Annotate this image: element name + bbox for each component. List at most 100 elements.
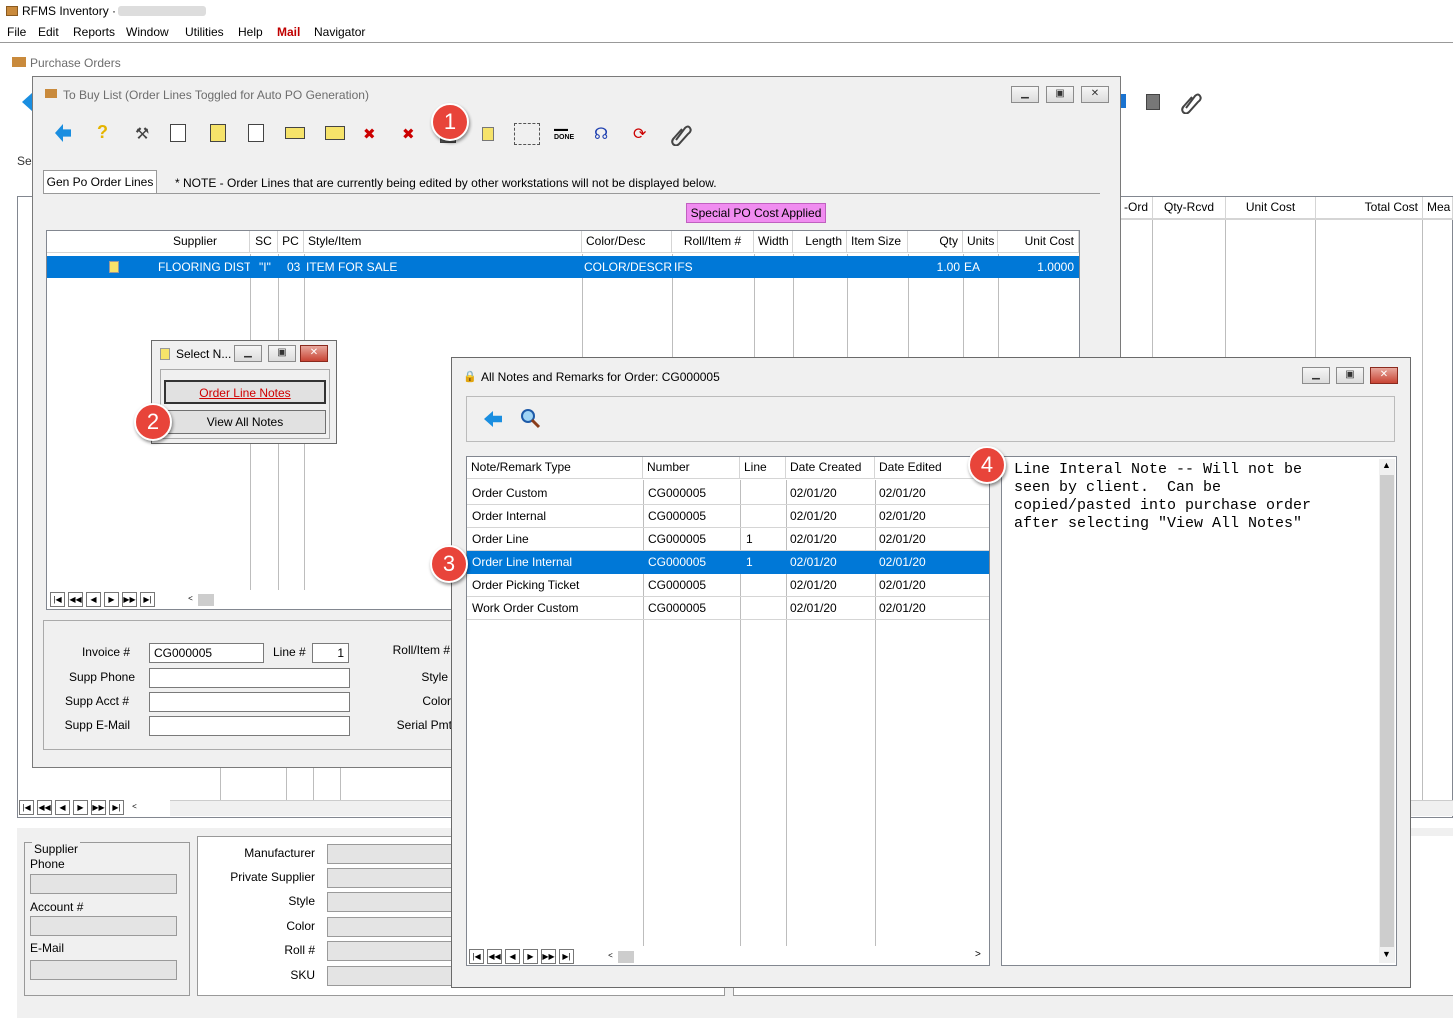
line-field[interactable]: 1	[312, 643, 349, 663]
menu-navigator[interactable]: Navigator	[314, 25, 365, 39]
copy-doc-icon[interactable]	[248, 124, 264, 142]
menu-edit[interactable]: Edit	[38, 25, 59, 39]
notes-hscroll-thumb[interactable]	[618, 951, 634, 963]
minimize-button[interactable]: ▁	[234, 345, 262, 362]
supplier-email-field[interactable]	[30, 960, 177, 980]
table-row-selected[interactable]: Order Line Internal CG000005 1 02/01/20 …	[467, 551, 989, 574]
supplier-account-field[interactable]	[30, 916, 177, 936]
po-col-ord[interactable]: -Ord	[1120, 197, 1153, 219]
tools-icon[interactable]: ⚒	[135, 124, 149, 144]
scroll-left-icon[interactable]: <	[183, 592, 198, 607]
nav-next-button[interactable]: ▶	[104, 592, 119, 607]
table-row[interactable]: Order Line CG000005 1 02/01/20 02/01/20	[467, 528, 989, 551]
col-color-desc[interactable]: Color/Desc	[582, 231, 672, 253]
restore-button[interactable]: ▣	[1336, 367, 1364, 384]
close-button[interactable]: ✕	[300, 345, 328, 362]
new-doc-icon[interactable]	[170, 124, 186, 142]
view-all-notes-button[interactable]: View All Notes	[164, 410, 326, 434]
scroll-left-icon[interactable]: <	[603, 949, 618, 964]
roll-field[interactable]	[327, 941, 457, 961]
note-vscroll-thumb[interactable]	[1380, 475, 1394, 947]
split-icon[interactable]	[514, 123, 540, 145]
nav-prev-button[interactable]: ◀	[86, 592, 101, 607]
col-style-item[interactable]: Style/Item	[304, 231, 582, 253]
minimize-button[interactable]: ▁	[1302, 367, 1330, 384]
nav-last-button[interactable]: ▶|	[109, 800, 124, 815]
col-qty[interactable]: Qty	[908, 231, 963, 253]
invoice-field[interactable]: CG000005	[149, 643, 264, 663]
nav-next-button[interactable]: ▶	[523, 949, 538, 964]
po-col-mea[interactable]: Mea	[1423, 197, 1453, 219]
tab-gen-po-order-lines[interactable]: Gen Po Order Lines	[43, 170, 157, 194]
menu-mail[interactable]: Mail	[277, 25, 300, 39]
po-attach-icon[interactable]	[1180, 90, 1202, 114]
minimize-button[interactable]: ▁	[1011, 86, 1039, 103]
help-icon[interactable]: ?	[97, 122, 108, 143]
po-col-total-cost[interactable]: Total Cost	[1316, 197, 1423, 219]
attach-icon[interactable]	[670, 122, 692, 146]
nav-next-page-button[interactable]: ▶▶	[122, 592, 137, 607]
table-row[interactable]: Work Order Custom CG000005 02/01/20 02/0…	[467, 597, 989, 620]
table-row[interactable]: FLOORING DISTRI "I" 03 ITEM FOR SALE COL…	[47, 256, 1079, 278]
nav-first-button[interactable]: |◀	[469, 949, 484, 964]
refresh-icon[interactable]: ⟳	[633, 124, 646, 144]
col-item-size[interactable]: Item Size	[847, 231, 908, 253]
nav-next-page-button[interactable]: ▶▶	[91, 800, 106, 815]
style-field[interactable]	[327, 892, 457, 912]
scroll-right-icon[interactable]: >	[975, 949, 981, 960]
supp-phone-field[interactable]	[149, 668, 350, 688]
order-line-notes-button[interactable]: Order Line Notes	[164, 380, 326, 404]
nav-last-button[interactable]: ▶|	[559, 949, 574, 964]
supp-email-field[interactable]	[149, 716, 350, 736]
nav-prev-page-button[interactable]: ◀◀	[37, 800, 52, 815]
col-sc[interactable]: SC	[250, 231, 278, 253]
po-col-qty-rcvd[interactable]: Qty-Rcvd	[1153, 197, 1226, 219]
edit-doc-icon[interactable]	[210, 124, 226, 142]
delete-tag-icon[interactable]: ✖	[363, 125, 376, 143]
menu-reports[interactable]: Reports	[73, 25, 115, 39]
find-icon[interactable]: ☊	[594, 124, 608, 144]
manufacturer-field[interactable]	[327, 844, 457, 864]
table-row[interactable]: Order Internal CG000005 02/01/20 02/01/2…	[467, 505, 989, 528]
to-buy-hscroll-thumb[interactable]	[198, 594, 214, 606]
restore-button[interactable]: ▣	[1046, 86, 1074, 103]
search-icon[interactable]	[520, 408, 542, 430]
col-units[interactable]: Units	[963, 231, 998, 253]
menu-window[interactable]: Window	[126, 25, 169, 39]
nav-next-page-button[interactable]: ▶▶	[541, 949, 556, 964]
col-note-type[interactable]: Note/Remark Type	[467, 457, 643, 479]
col-number[interactable]: Number	[643, 457, 740, 479]
supplier-phone-field[interactable]	[30, 874, 177, 894]
note-text-box[interactable]: Line Interal Note -- Will not be seen by…	[1001, 456, 1397, 966]
col-length[interactable]: Length	[793, 231, 847, 253]
menu-help[interactable]: Help	[238, 25, 263, 39]
label-icon[interactable]	[325, 126, 345, 140]
nav-prev-page-button[interactable]: ◀◀	[68, 592, 83, 607]
scroll-left-icon[interactable]: <	[127, 800, 142, 815]
scroll-up-icon[interactable]: ▲	[1382, 460, 1391, 470]
col-width[interactable]: Width	[754, 231, 793, 253]
nav-first-button[interactable]: |◀	[19, 800, 34, 815]
nav-prev-button[interactable]: ◀	[505, 949, 520, 964]
close-button[interactable]: ✕	[1081, 86, 1109, 103]
menu-utilities[interactable]: Utilities	[185, 25, 224, 39]
nav-first-button[interactable]: |◀	[50, 592, 65, 607]
notes-icon[interactable]	[482, 127, 494, 141]
menu-file[interactable]: File	[7, 25, 26, 39]
sku-field[interactable]	[327, 966, 457, 986]
nav-prev-page-button[interactable]: ◀◀	[487, 949, 502, 964]
col-roll-item[interactable]: Roll/Item #	[672, 231, 754, 253]
col-pc[interactable]: PC	[278, 231, 304, 253]
po-book-icon[interactable]	[1146, 94, 1160, 110]
nav-last-button[interactable]: ▶|	[140, 592, 155, 607]
scroll-down-icon[interactable]: ▼	[1382, 949, 1391, 959]
nav-prev-button[interactable]: ◀	[55, 800, 70, 815]
note-vscroll[interactable]: ▲ ▼	[1379, 459, 1395, 963]
col-date-created[interactable]: Date Created	[786, 457, 875, 479]
po-col-unit-cost[interactable]: Unit Cost	[1226, 197, 1316, 219]
col-unit-cost[interactable]: Unit Cost	[998, 231, 1079, 253]
supp-acct-field[interactable]	[149, 692, 350, 712]
done-icon[interactable]: ▬▬ DONE	[554, 126, 574, 142]
nav-next-button[interactable]: ▶	[73, 800, 88, 815]
table-row[interactable]: Order Custom CG000005 02/01/20 02/01/20	[467, 482, 989, 505]
